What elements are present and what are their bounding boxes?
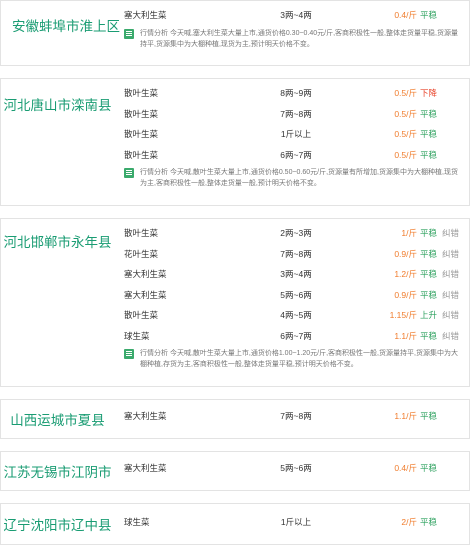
- spec: 3两~4两: [280, 10, 312, 20]
- market-block: 安徽蚌埠市淮上区 塞大利生菜 3两~4两 0.4/斤 平稳 行情分析 今天喊,塞…: [0, 0, 470, 66]
- price-row: 塞大利生菜 3两~4两 1.2/斤 平稳 纠错: [114, 264, 469, 285]
- market-price-list: 安徽蚌埠市淮上区 塞大利生菜 3两~4两 0.4/斤 平稳 行情分析 今天喊,塞…: [0, 0, 470, 545]
- price-row: 散叶生菜 2两~3两 1/斤 平稳 纠错: [114, 223, 469, 244]
- market-block: 江苏无锡市江阴市 塞大利生菜 5两~6两 0.4/斤 平稳: [0, 451, 470, 491]
- price: 0.4/斤: [394, 463, 417, 473]
- price-row: 塞大利生菜 3两~4两 0.4/斤 平稳: [114, 5, 469, 26]
- note-icon: [124, 349, 134, 359]
- spec: 7两~8两: [280, 248, 312, 259]
- correction-link[interactable]: 纠错: [442, 309, 459, 321]
- spec: 3两~4两: [280, 269, 312, 279]
- analysis-text: 行情分析 今天喊,散叶生菜大量上市,通货价格1.00~1.20元/斤,客商积极性…: [140, 350, 458, 368]
- price-row: 散叶生菜 6两~7两 0.5/斤 平稳: [114, 145, 469, 166]
- trend: 平稳: [420, 129, 438, 139]
- price-row: 花叶生菜 7两~8两 0.9/斤 平稳 纠错: [114, 244, 469, 265]
- price-row: 散叶生菜 7两~8两 0.5/斤 平稳: [114, 104, 469, 125]
- product-name: 散叶生菜: [124, 149, 159, 160]
- trend: 平稳: [420, 269, 438, 279]
- spec: 6两~7两: [280, 330, 312, 341]
- note-icon: [124, 168, 134, 178]
- trend: 平稳: [420, 10, 438, 20]
- product-name: 塞大利生菜: [124, 269, 167, 279]
- product-name: 球生菜: [124, 517, 150, 527]
- region-name[interactable]: 江苏无锡市江阴市: [1, 452, 114, 490]
- trend: 平稳: [420, 330, 438, 341]
- market-block: 河北唐山市滦南县 散叶生菜 8两~9两 0.5/斤 下降 散叶生菜 7两~8两 …: [0, 78, 470, 206]
- trend: 平稳: [420, 228, 438, 238]
- correction-link[interactable]: 纠错: [442, 268, 459, 280]
- region-name[interactable]: 山西运城市夏县: [1, 400, 114, 438]
- region-name[interactable]: 辽宁沈阳市辽中县: [1, 504, 114, 544]
- price-row: 塞大利生菜 5两~6两 0.4/斤 平稳: [114, 458, 469, 479]
- correction-link[interactable]: 纠错: [442, 289, 459, 301]
- trend: 平稳: [420, 411, 438, 421]
- product-name: 球生菜: [124, 330, 150, 341]
- spec: 5两~6两: [280, 289, 312, 300]
- product-name: 散叶生菜: [124, 88, 159, 98]
- note-icon: [124, 28, 134, 39]
- trend: 平稳: [420, 149, 438, 160]
- trend: 上升: [420, 310, 438, 320]
- market-block: 山西运城市夏县 塞大利生菜 7两~8两 1.1/斤 平稳: [0, 399, 470, 439]
- spec: 6两~7两: [280, 149, 312, 160]
- product-name: 散叶生菜: [124, 108, 159, 119]
- price: 0.5/斤: [394, 129, 417, 139]
- product-name: 花叶生菜: [124, 248, 159, 259]
- price: 2/斤: [401, 517, 417, 527]
- price: 0.4/斤: [394, 10, 417, 20]
- spec: 1斤以上: [280, 129, 312, 139]
- spec: 7两~8两: [280, 411, 312, 421]
- price-row: 散叶生菜 1斤以上 0.5/斤 平稳: [114, 124, 469, 145]
- region-name[interactable]: 安徽蚌埠市淮上区: [1, 1, 125, 65]
- trend: 平稳: [420, 108, 438, 119]
- correction-link[interactable]: 纠错: [442, 330, 459, 342]
- spec: 8两~9两: [280, 88, 312, 98]
- price-row: 散叶生菜 4两~5两 1.15/斤 上升 纠错: [114, 305, 469, 326]
- trend: 平稳: [420, 248, 438, 259]
- price: 1/斤: [401, 228, 417, 238]
- spec: 7两~8两: [280, 108, 312, 119]
- price: 0.9/斤: [394, 289, 417, 300]
- price: 1.15/斤: [389, 310, 417, 320]
- correction-link[interactable]: 纠错: [442, 227, 459, 239]
- region-name[interactable]: 河北唐山市滦南县: [1, 79, 114, 205]
- trend: 平稳: [420, 463, 438, 473]
- market-analysis: 行情分析 今天喊,散叶生菜大量上市,通货价格1.00~1.20元/斤,客商积极性…: [124, 348, 461, 370]
- market-block: 河北邯郸市永年县 散叶生菜 2两~3两 1/斤 平稳 纠错 花叶生菜 7两~8两…: [0, 218, 470, 387]
- price: 0.9/斤: [394, 248, 417, 259]
- product-name: 塞大利生菜: [124, 289, 167, 300]
- spec: 1斤以上: [280, 517, 312, 527]
- spec: 5两~6两: [280, 463, 312, 473]
- price-row: 塞大利生菜 5两~6两 0.9/斤 平稳 纠错: [114, 285, 469, 306]
- price-row: 球生菜 6两~7两 1.1/斤 平稳 纠错: [114, 326, 469, 347]
- region-name[interactable]: 河北邯郸市永年县: [1, 219, 114, 386]
- trend: 平稳: [420, 289, 438, 300]
- market-block: 辽宁沈阳市辽中县 球生菜 1斤以上 2/斤 平稳: [0, 503, 470, 545]
- trend: 下降: [420, 88, 438, 98]
- price: 1.2/斤: [394, 269, 417, 279]
- price-row: 散叶生菜 8两~9两 0.5/斤 下降: [114, 83, 469, 104]
- product-name: 塞大利生菜: [124, 411, 167, 421]
- market-analysis: 行情分析 今天喊,散叶生菜大量上市,通货价格0.50~0.60元/斤,货源量有所…: [124, 167, 461, 189]
- product-name: 散叶生菜: [124, 228, 159, 238]
- product-name: 散叶生菜: [124, 129, 159, 139]
- product-name: 散叶生菜: [124, 310, 159, 320]
- price-row: 塞大利生菜 7两~8两 1.1/斤 平稳: [114, 406, 469, 427]
- product-name: 塞大利生菜: [124, 10, 167, 20]
- market-analysis: 行情分析 今天喊,塞大利生菜大量上市,通货价格0.30~0.40元/斤,客商积极…: [124, 28, 461, 50]
- price: 0.5/斤: [394, 149, 417, 160]
- correction-link[interactable]: 纠错: [442, 248, 459, 260]
- spec: 4两~5两: [280, 310, 312, 320]
- analysis-text: 行情分析 今天喊,散叶生菜大量上市,通货价格0.50~0.60元/斤,货源量有所…: [140, 169, 458, 187]
- price-row: 球生菜 1斤以上 2/斤 平稳: [114, 512, 469, 533]
- price: 1.1/斤: [394, 330, 417, 341]
- price: 0.5/斤: [394, 88, 417, 98]
- spec: 2两~3两: [280, 228, 312, 238]
- price: 0.5/斤: [394, 108, 417, 119]
- trend: 平稳: [420, 517, 438, 527]
- price: 1.1/斤: [394, 411, 417, 421]
- product-name: 塞大利生菜: [124, 463, 167, 473]
- analysis-text: 行情分析 今天喊,塞大利生菜大量上市,通货价格0.30~0.40元/斤,客商积极…: [140, 29, 458, 48]
